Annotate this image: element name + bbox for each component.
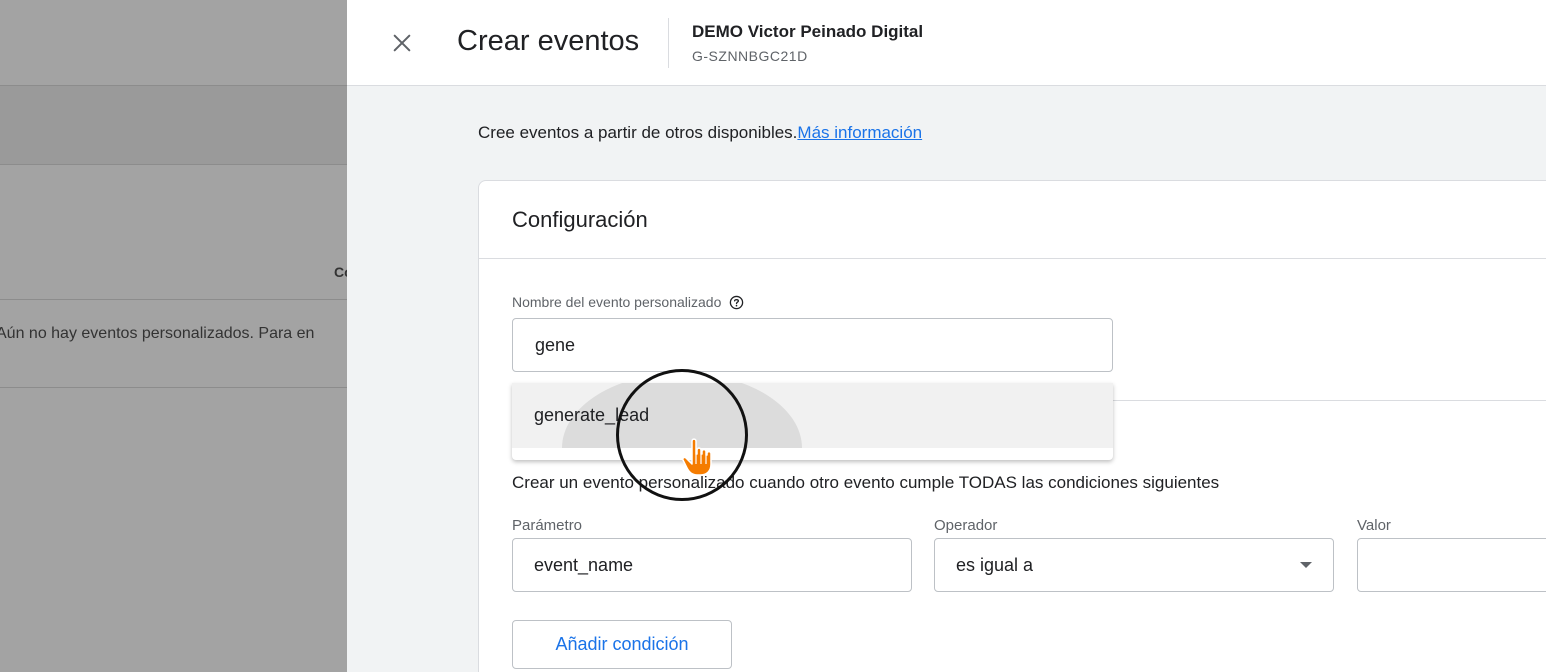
close-icon bbox=[393, 34, 411, 52]
drawer-header: Crear eventos DEMO Victor Peinado Digita… bbox=[347, 0, 1546, 86]
property-name: DEMO Victor Peinado Digital bbox=[692, 22, 924, 41]
parameter-label: Parámetro bbox=[512, 517, 583, 534]
bg-divider bbox=[0, 299, 347, 300]
operator-value: es igual a bbox=[956, 554, 1034, 575]
value-label: Valor bbox=[1357, 517, 1391, 534]
bg-empty-message: Aún no hay eventos personalizados. Para … bbox=[0, 325, 315, 342]
configuration-title: Configuración bbox=[512, 207, 648, 232]
background-page: Co Aún no hay eventos personalizados. Pa… bbox=[0, 0, 347, 672]
value-input[interactable] bbox=[1357, 538, 1546, 592]
operator-label: Operador bbox=[934, 517, 998, 534]
bg-divider bbox=[0, 85, 347, 86]
autocomplete-option-generate-lead[interactable]: generate_lead bbox=[512, 383, 1113, 448]
intro-text-label: Cree eventos a partir de otros disponibl… bbox=[478, 123, 798, 142]
autocomplete-option-label: generate_lead bbox=[534, 405, 650, 425]
section-divider bbox=[1113, 400, 1546, 401]
bg-divider bbox=[0, 387, 347, 388]
parameter-input[interactable]: event_name bbox=[512, 538, 912, 592]
autocomplete-dropdown: generate_lead bbox=[512, 383, 1113, 460]
event-name-input[interactable] bbox=[512, 318, 1113, 372]
bg-column-header: Co bbox=[334, 264, 347, 280]
event-name-label-text: Nombre del evento personalizado bbox=[512, 294, 722, 310]
page-title: Crear eventos bbox=[457, 25, 640, 57]
condition-description: Crear un evento personalizado cuando otr… bbox=[512, 473, 1220, 492]
bg-toolbar bbox=[0, 86, 347, 164]
intro-text: Cree eventos a partir de otros disponibl… bbox=[478, 123, 922, 143]
dropdown-arrow-icon bbox=[1300, 562, 1312, 568]
close-button[interactable] bbox=[385, 26, 419, 60]
parameter-value: event_name bbox=[534, 554, 634, 575]
configuration-card: Configuración Nombre del evento personal… bbox=[478, 180, 1546, 672]
property-id: G-SZNNBGC21D bbox=[692, 48, 808, 64]
operator-select[interactable]: es igual a bbox=[934, 538, 1334, 592]
help-circle-icon[interactable] bbox=[729, 295, 744, 310]
add-condition-button[interactable]: Añadir condición bbox=[512, 620, 732, 669]
card-divider bbox=[479, 258, 1546, 259]
learn-more-link[interactable]: Más información bbox=[797, 123, 922, 142]
header-divider bbox=[668, 18, 669, 68]
bg-divider bbox=[0, 164, 347, 165]
create-events-drawer: Crear eventos DEMO Victor Peinado Digita… bbox=[347, 0, 1546, 672]
event-name-label: Nombre del evento personalizado bbox=[512, 294, 744, 310]
